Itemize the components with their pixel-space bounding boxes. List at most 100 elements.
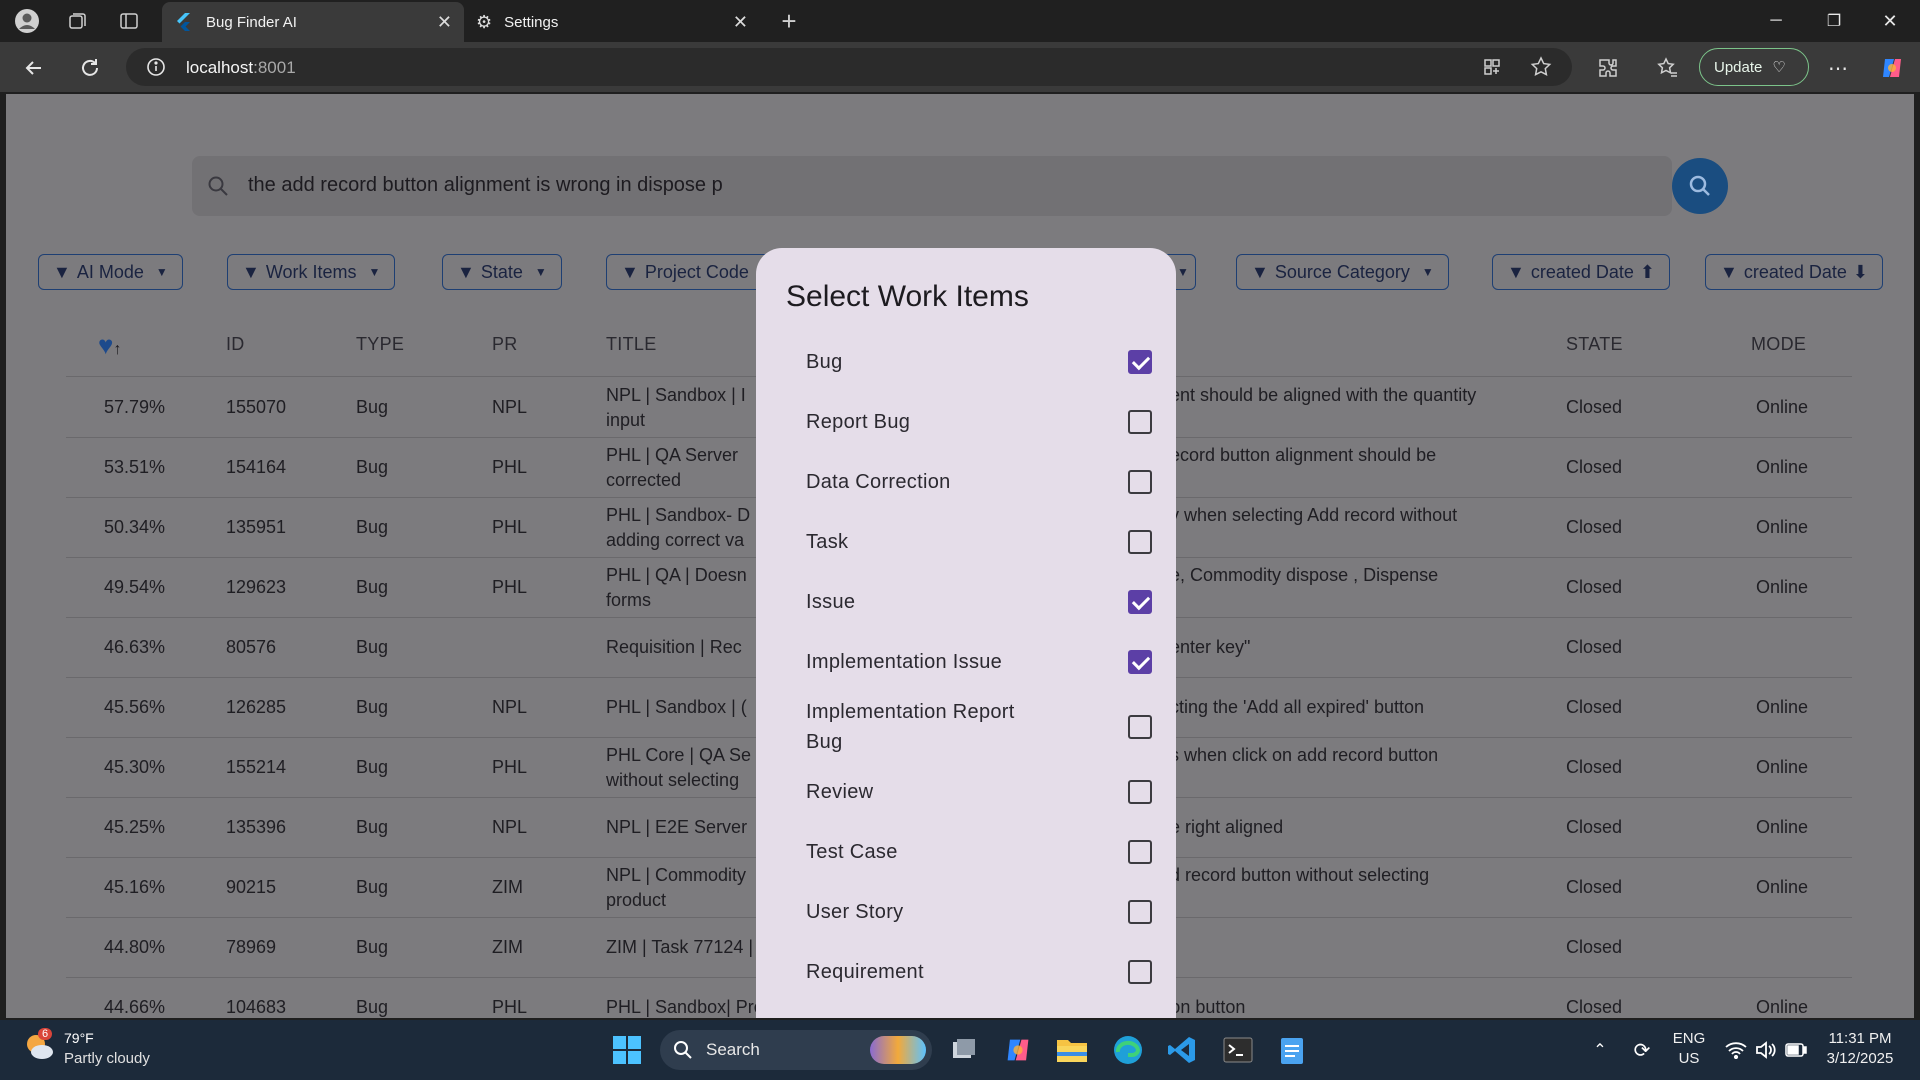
tray-overflow-icon[interactable]: ⌃ xyxy=(1580,1030,1620,1070)
tab-settings[interactable]: ⚙ Settings ✕ xyxy=(464,2,760,42)
cell-state: Closed xyxy=(1566,457,1623,477)
cell-mode: Online xyxy=(1756,817,1809,837)
option-checkbox[interactable] xyxy=(1128,840,1152,864)
search-bar[interactable]: the add record button alignment is wrong… xyxy=(192,156,1672,216)
file-explorer-icon[interactable] xyxy=(1052,1030,1092,1070)
clock-time[interactable]: 11:31 PM xyxy=(1810,1030,1910,1047)
task-view-icon[interactable] xyxy=(944,1030,984,1070)
column-header-id[interactable]: ID xyxy=(226,334,245,355)
work-item-option[interactable]: Data Correction xyxy=(806,452,1152,512)
option-checkbox[interactable] xyxy=(1128,960,1152,984)
search-button[interactable] xyxy=(1672,158,1728,214)
url-bar[interactable]: localhost:8001 xyxy=(126,48,1572,86)
column-header-mode[interactable]: MODE xyxy=(1751,334,1806,355)
sort-score-button[interactable]: ♥↑ xyxy=(98,330,121,361)
option-checkbox[interactable] xyxy=(1128,410,1152,434)
filter-state[interactable]: ▼ State ▼ xyxy=(442,254,562,290)
tab-label: Settings xyxy=(504,13,559,31)
cell-type: Bug xyxy=(356,397,389,417)
filter-ai-mode[interactable]: ▼ AI Mode ▼ xyxy=(38,254,183,290)
sync-icon[interactable]: ⟳ xyxy=(1622,1030,1662,1070)
app-available-icon[interactable] xyxy=(1482,57,1502,82)
cell-title-continued: s when click on add record button xyxy=(1170,745,1439,765)
option-checkbox[interactable] xyxy=(1128,900,1152,924)
cell-title-line2: adding correct va xyxy=(606,530,745,550)
cell-title-continued: y when selecting Add record without xyxy=(1170,505,1458,525)
refresh-icon[interactable] xyxy=(76,54,104,82)
favorite-star-icon[interactable] xyxy=(1530,56,1552,83)
region-code[interactable]: US xyxy=(1664,1050,1714,1067)
work-item-option[interactable]: Implementation Report Bug xyxy=(806,692,1152,762)
edge-browser-icon[interactable] xyxy=(1108,1030,1148,1070)
clock-date[interactable]: 3/12/2025 xyxy=(1810,1050,1910,1067)
restore-icon[interactable]: ❐ xyxy=(1814,8,1854,34)
option-checkbox[interactable] xyxy=(1128,530,1152,554)
filter-icon: ▼ xyxy=(53,261,71,282)
cell-score: 49.54% xyxy=(104,577,166,597)
option-checkbox[interactable] xyxy=(1128,590,1152,614)
filter-created-date-desc[interactable]: ▼ created Date ⬇ xyxy=(1705,254,1883,290)
option-checkbox[interactable] xyxy=(1128,650,1152,674)
update-button[interactable]: Update ♡ xyxy=(1699,48,1809,86)
work-item-option[interactable]: User Story xyxy=(806,882,1152,942)
cell-mode: Online xyxy=(1756,457,1809,477)
notepad-icon[interactable] xyxy=(1272,1030,1312,1070)
extensions-icon[interactable] xyxy=(1594,54,1622,82)
work-item-option[interactable]: Review xyxy=(806,762,1152,822)
cell-title: PHL | Sandbox- D xyxy=(606,505,751,525)
column-header-pr[interactable]: PR xyxy=(492,334,518,355)
close-window-icon[interactable]: ✕ xyxy=(1870,8,1910,34)
workspaces-icon[interactable] xyxy=(64,9,90,33)
weather-temp: 79°F xyxy=(64,1030,94,1046)
vscode-icon[interactable] xyxy=(1162,1030,1202,1070)
filter-source-category[interactable]: ▼ Source Category ▼ xyxy=(1236,254,1449,290)
work-item-option[interactable]: Test Case xyxy=(806,822,1152,882)
dialog-title: Select Work Items xyxy=(786,280,1029,313)
work-item-option[interactable]: Issue xyxy=(806,572,1152,632)
option-checkbox[interactable] xyxy=(1128,470,1152,494)
cell-id: 78969 xyxy=(226,937,277,957)
taskbar-search[interactable]: Search xyxy=(660,1030,932,1070)
option-checkbox[interactable] xyxy=(1128,715,1152,739)
filter-created-date-asc[interactable]: ▼ created Date ⬆ xyxy=(1492,254,1670,290)
column-header-title[interactable]: TITLE xyxy=(606,334,657,355)
cell-mode: Online xyxy=(1756,757,1809,777)
work-item-option[interactable]: Report Bug xyxy=(806,392,1152,452)
tab-bug-finder-ai[interactable]: Bug Finder AI ✕ xyxy=(162,2,464,42)
work-item-option[interactable]: Implementation Issue xyxy=(806,632,1152,692)
close-tab-icon[interactable]: ✕ xyxy=(437,12,452,33)
cell-title-continued: ent should be aligned with the quantity xyxy=(1170,385,1477,405)
cell-title: NPL | Commodity xyxy=(606,865,747,885)
option-checkbox[interactable] xyxy=(1128,350,1152,374)
cell-mode: Online xyxy=(1756,997,1809,1017)
option-label: Task xyxy=(806,531,849,553)
favorites-icon[interactable] xyxy=(1654,54,1682,82)
close-tab-icon[interactable]: ✕ xyxy=(733,12,748,33)
work-item-option[interactable]: Task xyxy=(806,512,1152,572)
minimize-icon[interactable]: ─ xyxy=(1756,8,1796,34)
windows-start-icon[interactable] xyxy=(607,1030,647,1070)
back-icon[interactable] xyxy=(20,54,48,82)
work-item-option[interactable]: Requirement xyxy=(806,942,1152,1002)
windows-taskbar: 6 79°F Partly cloudy Search ⌃ ⟳ ENG US 1… xyxy=(0,1020,1920,1080)
more-options-icon[interactable]: ⋯ xyxy=(1824,54,1852,82)
copilot-icon[interactable] xyxy=(1878,54,1906,82)
site-info-icon[interactable] xyxy=(146,57,166,82)
new-tab-icon[interactable]: + xyxy=(776,6,802,36)
cell-title: PHL | Sandbox | ( xyxy=(606,697,747,717)
profile-icon[interactable] xyxy=(14,9,40,33)
search-input[interactable]: the add record button alignment is wrong… xyxy=(248,174,723,197)
option-checkbox[interactable] xyxy=(1128,780,1152,804)
filter-icon: ▼ xyxy=(1507,261,1525,282)
work-item-option[interactable]: Bug xyxy=(806,332,1152,392)
filter-work-items[interactable]: ▼ Work Items ▼ xyxy=(227,254,396,290)
cell-id: 80576 xyxy=(226,637,277,657)
cell-title-line2: product xyxy=(606,890,667,910)
column-header-state[interactable]: STATE xyxy=(1566,334,1623,355)
column-header-type[interactable]: TYPE xyxy=(356,334,404,355)
language-code[interactable]: ENG xyxy=(1664,1030,1714,1047)
weather-icon[interactable]: 6 xyxy=(22,1028,56,1064)
copilot-taskbar-icon[interactable] xyxy=(998,1030,1038,1070)
vertical-tabs-icon[interactable] xyxy=(116,9,142,33)
terminal-icon[interactable] xyxy=(1218,1030,1258,1070)
